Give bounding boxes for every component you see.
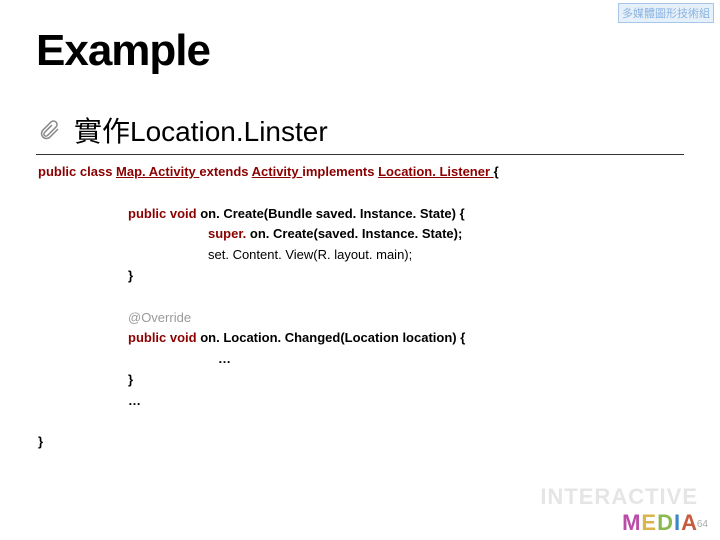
code-line: super. on. Create(saved. Instance. State…	[38, 224, 682, 245]
slide-subtitle: 實作Location.Linster	[74, 110, 328, 150]
code-line: …	[38, 391, 682, 412]
header-watermark: 多媒體圖形技術組	[618, 3, 714, 23]
code-line: public void on. Create(Bundle saved. Ins…	[38, 204, 682, 225]
code-line: set. Content. View(R. layout. main);	[38, 245, 682, 266]
paperclip-icon	[36, 116, 64, 144]
code-line: …	[38, 349, 682, 370]
code-line: public class Map. Activity extends Activ…	[38, 162, 682, 183]
code-line	[38, 287, 682, 308]
subtitle-row: 實作Location.Linster	[36, 110, 684, 155]
code-block: public class Map. Activity extends Activ…	[38, 162, 682, 453]
code-line: }	[38, 370, 682, 391]
footer-watermark-interactive: INTERACTIVE	[540, 484, 698, 510]
slide-title: Example	[36, 26, 210, 76]
code-line: @Override	[38, 308, 682, 329]
code-line: }	[38, 266, 682, 287]
footer-watermark-media: MEDIA	[622, 510, 698, 536]
page-number: 64	[697, 519, 708, 530]
code-line	[38, 183, 682, 204]
code-line	[38, 412, 682, 433]
code-line: public void on. Location. Changed(Locati…	[38, 328, 682, 349]
code-line: }	[38, 432, 682, 453]
